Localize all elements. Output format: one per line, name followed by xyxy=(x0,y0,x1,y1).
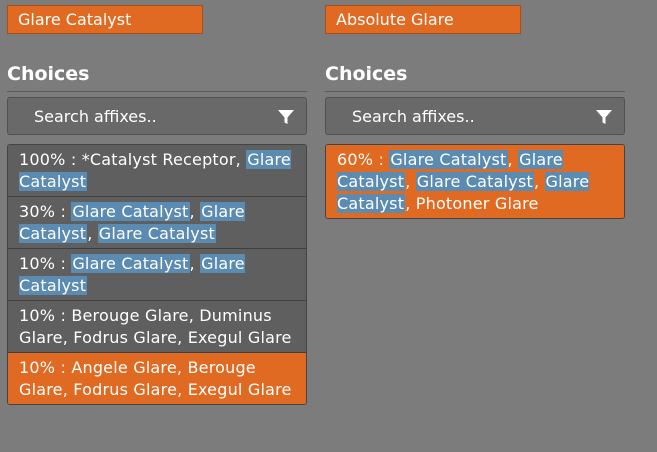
search-box xyxy=(325,97,625,135)
affix-text: *Catalyst Receptor xyxy=(81,150,236,169)
affix-header-tag[interactable]: Absolute Glare xyxy=(325,5,521,34)
choice-item-selected[interactable]: 10% : Angele Glare, Berouge Glare, Fodru… xyxy=(8,352,306,404)
divider xyxy=(325,91,625,92)
choices-list: 100% : *Catalyst Receptor, Glare Catalys… xyxy=(7,144,307,405)
choice-item-selected[interactable]: 60% : Glare Catalyst, Glare Catalyst, Gl… xyxy=(326,145,624,218)
affix-link[interactable]: Glare Catalyst xyxy=(71,254,190,273)
affix-text: , xyxy=(507,150,519,169)
affix-text: , xyxy=(189,202,201,221)
affix-link[interactable]: Glare Catalyst xyxy=(97,224,216,243)
choices-title: Choices xyxy=(7,63,90,85)
choice-percentage: 60% : xyxy=(337,150,390,169)
affix-link[interactable]: Glare Catalyst xyxy=(71,202,190,221)
choice-item[interactable]: 100% : *Catalyst Receptor, Glare Catalys… xyxy=(8,145,306,196)
affix-link[interactable]: Glare Catalyst xyxy=(415,172,534,191)
choices-list: 60% : Glare Catalyst, Glare Catalyst, Gl… xyxy=(325,144,625,219)
choice-percentage: 100% : xyxy=(19,150,82,169)
divider xyxy=(7,91,307,92)
affix-text: , xyxy=(405,172,416,191)
choice-item[interactable]: 10% : Berouge Glare, Duminus Glare, Fodr… xyxy=(8,300,306,352)
choice-item[interactable]: 30% : Glare Catalyst, Glare Catalyst, Gl… xyxy=(8,196,306,248)
choice-percentage: 10% : xyxy=(19,254,72,273)
affix-header-tag[interactable]: Glare Catalyst xyxy=(7,5,203,34)
affix-link[interactable]: Glare Catalyst xyxy=(389,150,508,169)
search-box xyxy=(7,97,307,135)
affix-text: , xyxy=(87,224,98,243)
choice-percentage: 10% : xyxy=(19,358,72,377)
search-input[interactable] xyxy=(338,98,578,134)
search-input[interactable] xyxy=(20,98,260,134)
affix-text: , Photoner Glare xyxy=(405,194,539,213)
affix-text: , xyxy=(235,150,247,169)
choice-item[interactable]: 10% : Glare Catalyst, Glare Catalyst xyxy=(8,248,306,300)
filter-icon[interactable] xyxy=(594,107,614,127)
choice-percentage: 30% : xyxy=(19,202,72,221)
affix-text: , xyxy=(533,172,545,191)
affix-text: , xyxy=(189,254,201,273)
choices-title: Choices xyxy=(325,63,408,85)
choice-percentage: 10% : xyxy=(19,306,72,325)
filter-icon[interactable] xyxy=(276,107,296,127)
